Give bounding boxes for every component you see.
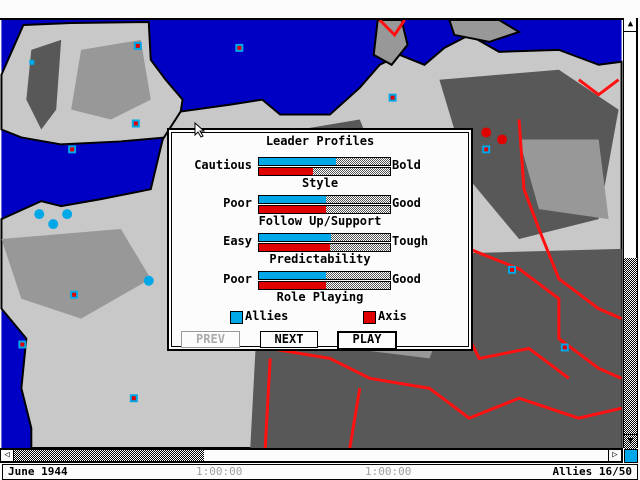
profile-low-label: Poor (223, 272, 252, 286)
axis-rating-bar (258, 167, 391, 176)
score-label: Allies 16/50 (552, 465, 632, 478)
profile-high-label: Bold (392, 158, 421, 172)
axis-rating-fill (259, 206, 326, 213)
top-strip (0, 0, 640, 18)
profile-caption: Style (301, 176, 339, 190)
play-button[interactable]: PLAY (337, 331, 397, 350)
axis-rating-bar (258, 205, 391, 214)
allies-legend: Allies (245, 309, 289, 323)
mouse-cursor-icon (194, 122, 206, 138)
vertical-scroll-thumb[interactable] (624, 258, 637, 450)
profile-caption: Predictability (269, 252, 371, 266)
allies-rating-bar (258, 271, 391, 280)
scroll-down-icon[interactable]: ▼ (624, 434, 637, 448)
vertical-scrollbar[interactable]: ▲ ▼ (623, 18, 638, 450)
profile-low-label: Easy (223, 234, 252, 248)
axis-rating-bar (258, 243, 391, 252)
axis-rating-fill (259, 244, 330, 251)
dialog-title: Leader Profiles (265, 134, 375, 148)
profile-caption: Role Playing (276, 290, 364, 304)
allies-rating-fill (259, 158, 337, 165)
allies-rating-bar (258, 195, 391, 204)
allies-rating-bar (258, 233, 391, 242)
profile-low-label: Cautious (194, 158, 252, 172)
side-indicator[interactable] (624, 449, 638, 463)
profile-high-label: Tough (392, 234, 429, 248)
profile-caption: Follow Up/Support (258, 214, 382, 228)
scroll-up-icon[interactable]: ▲ (624, 18, 637, 32)
axis-legend: Axis (378, 309, 407, 323)
timer-1: 1:00:00 (196, 465, 243, 478)
axis-rating-bar (258, 281, 391, 290)
scroll-left-icon[interactable]: ◁ (1, 450, 14, 461)
horizontal-scrollbar[interactable]: ◁ ▷ (0, 448, 623, 463)
profile-high-label: Good (392, 272, 421, 286)
leader-profiles-dialog: Leader Profiles Cautious Bold Style Poor Goo… (167, 128, 473, 351)
allies-rating-fill (259, 234, 332, 241)
status-bar: June 1944 1:00:00 1:00:00 Allies 16/50 (2, 464, 638, 480)
axis-rating-fill (259, 282, 326, 289)
profile-low-label: Poor (223, 196, 252, 210)
allies-swatch (230, 311, 243, 324)
date-label: June 1944 (8, 465, 68, 478)
scroll-right-icon[interactable]: ▷ (608, 450, 621, 461)
profile-high-label: Good (392, 196, 421, 210)
next-button[interactable]: NEXT (260, 331, 318, 348)
allies-rating-bar (258, 157, 391, 166)
timer-2: 1:00:00 (365, 465, 412, 478)
axis-rating-fill (259, 168, 313, 175)
horizontal-scroll-thumb[interactable] (14, 450, 204, 461)
axis-swatch (363, 311, 376, 324)
allies-rating-fill (259, 272, 326, 279)
prev-button[interactable]: PREV (181, 331, 240, 348)
allies-rating-fill (259, 196, 326, 203)
